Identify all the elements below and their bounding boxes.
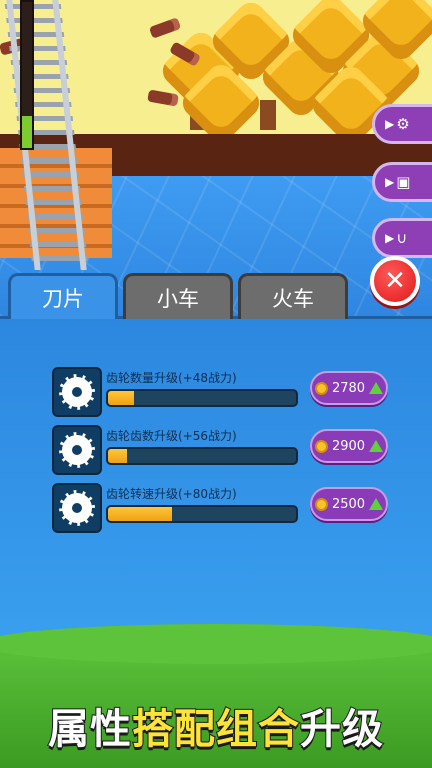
track-progress-bar (20, 0, 34, 150)
cart-icon: ▣ (396, 172, 411, 191)
tab-label: 火车 (272, 286, 314, 311)
video-camera-icon: ▶ (385, 231, 395, 245)
upgrade-progress-bar (106, 447, 298, 465)
tab-blade[interactable]: 刀片 (8, 273, 118, 319)
coin-icon (314, 439, 328, 453)
upgrade-progress-fill (108, 391, 135, 405)
buy-upgrade-button[interactable]: 2780 (310, 371, 388, 405)
upgrade-row-gear-teeth: 齿轮齿数升级(+56战力) 2900 (52, 425, 392, 475)
upgrade-label: 齿轮转速升级(+80战力) (106, 487, 237, 501)
banner-text-1: 属性 (47, 704, 132, 754)
game-scene: ▶ ⚙ ▶ ▣ ▶ ∪ ✕ (0, 0, 432, 316)
tab-label: 刀片 (42, 286, 84, 311)
close-button[interactable]: ✕ (370, 256, 420, 306)
upgrade-row-gear-speed: 齿轮转速升级(+80战力) 2500 (52, 483, 392, 533)
promo-banner: 属性 搭配组合 升级 (0, 690, 432, 760)
video-camera-icon: ▶ (385, 175, 395, 189)
video-upgrade-cart-button[interactable]: ▶ ▣ (372, 162, 432, 202)
upgrade-row-gear-count: 齿轮数量升级(+48战力) 2780 (52, 367, 392, 417)
tab-label: 小车 (157, 286, 199, 311)
upgrade-cost: 2900 (331, 438, 366, 454)
upgrade-progress-fill (108, 449, 127, 463)
upgrade-progress-bar (106, 505, 298, 523)
upgrade-cost: 2500 (331, 496, 366, 512)
banner-text-3: 升级 (299, 704, 384, 754)
gear-count-icon (52, 367, 102, 417)
coin-icon (314, 497, 328, 511)
upgrade-progress-fill (108, 507, 172, 521)
banner-text-2: 搭配组合 (131, 704, 300, 754)
upgrade-panel: 齿轮数量升级(+48战力) 2780 齿轮齿数升级(+56战力) 2900 齿轮… (0, 316, 432, 656)
arrow-up-icon (369, 440, 384, 452)
arrow-up-icon (369, 382, 384, 394)
video-camera-icon: ▶ (385, 117, 395, 131)
saw-blade-icon: ⚙ (396, 114, 410, 133)
tab-train[interactable]: 火车 (238, 273, 348, 319)
gear-speed-icon (52, 483, 102, 533)
close-icon: ✕ (384, 266, 406, 296)
tab-cart[interactable]: 小车 (123, 273, 233, 319)
buy-upgrade-button[interactable]: 2500 (310, 487, 388, 521)
magnet-icon: ∪ (396, 228, 408, 247)
gear-teeth-icon (52, 425, 102, 475)
upgrade-progress-bar (106, 389, 298, 407)
buy-upgrade-button[interactable]: 2900 (310, 429, 388, 463)
upgrade-label: 齿轮数量升级(+48战力) (106, 371, 237, 385)
coin-icon (314, 381, 328, 395)
video-upgrade-saw-button[interactable]: ▶ ⚙ (372, 104, 432, 144)
upgrade-cost: 2780 (331, 380, 366, 396)
video-upgrade-magnet-button[interactable]: ▶ ∪ (372, 218, 432, 258)
arrow-up-icon (369, 498, 384, 510)
track-progress-fill (22, 115, 32, 148)
upgrade-label: 齿轮齿数升级(+56战力) (106, 429, 237, 443)
